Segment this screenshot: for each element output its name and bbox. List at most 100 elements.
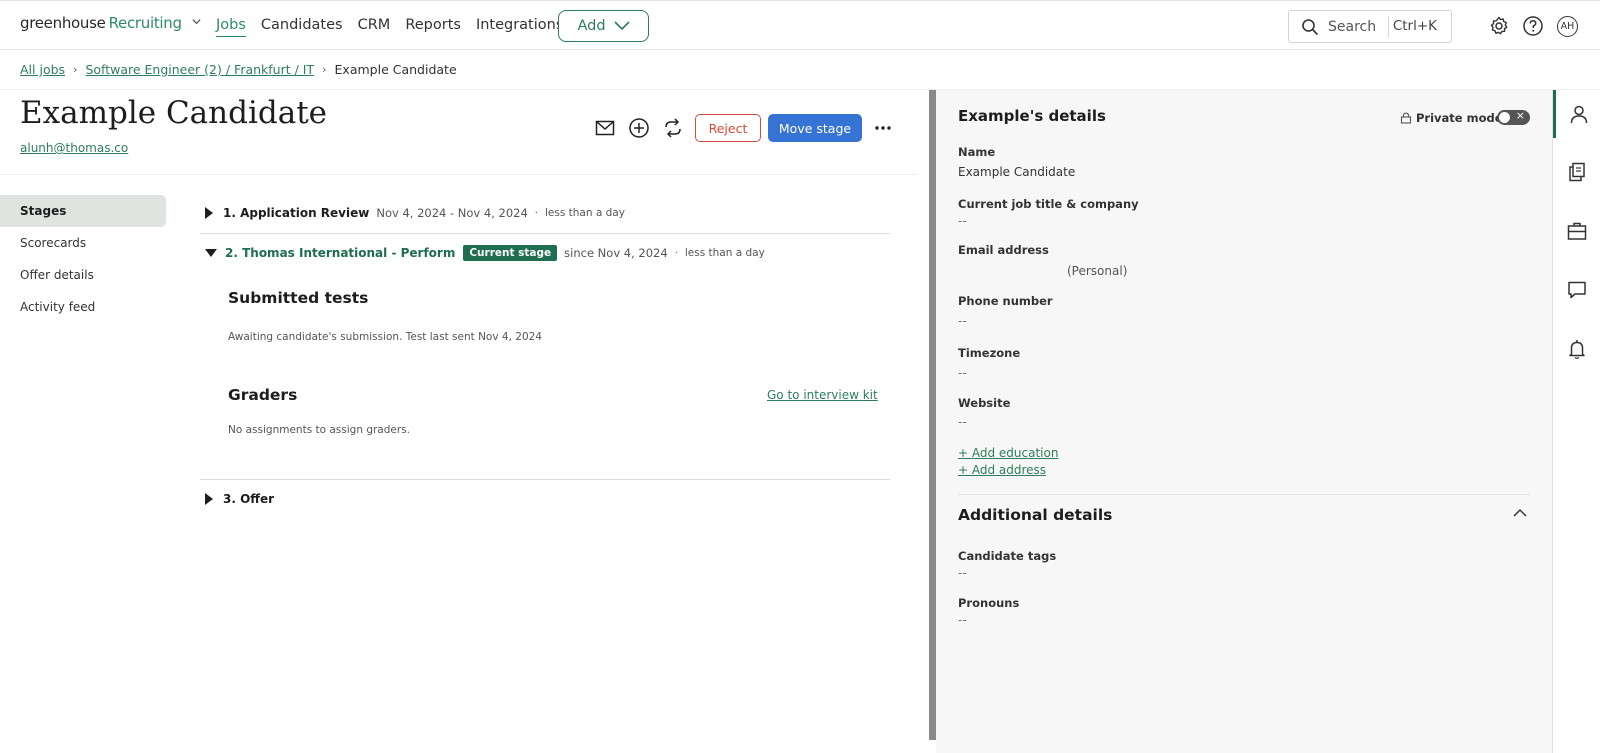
caret-right-icon xyxy=(205,493,213,505)
private-mode-toggle[interactable]: × xyxy=(1497,109,1530,125)
interview-kit-link[interactable]: Go to interview kit xyxy=(767,388,878,402)
email-button[interactable] xyxy=(592,115,618,141)
help-icon[interactable] xyxy=(1522,15,1544,37)
close-icon: × xyxy=(1515,109,1525,122)
more-horizontal-icon xyxy=(875,126,891,130)
candidate-tags-label: Candidate tags xyxy=(958,549,1057,563)
rail-item-comments[interactable] xyxy=(1553,266,1600,314)
rail-item-notifications[interactable] xyxy=(1553,325,1600,373)
stage-title: 3. Offer xyxy=(223,492,275,506)
panel-resize-handle[interactable] xyxy=(929,90,936,740)
chevron-up-icon[interactable] xyxy=(1513,508,1527,518)
divider xyxy=(0,174,918,175)
logo-product-text: Recruiting xyxy=(108,14,182,32)
submitted-tests-text: Awaiting candidate's submission. Test la… xyxy=(228,331,542,343)
documents-icon xyxy=(1569,162,1585,182)
candidate-email-link[interactable]: alunh@thomas.co xyxy=(20,141,128,155)
reject-button[interactable]: Reject xyxy=(695,114,761,142)
rail-item-profile[interactable] xyxy=(1553,90,1600,138)
chat-icon xyxy=(1568,281,1586,299)
divider xyxy=(200,479,890,480)
nav-candidates[interactable]: Candidates xyxy=(261,17,343,37)
search-shortcut: Ctrl+K xyxy=(1387,16,1441,37)
right-rail xyxy=(1552,90,1600,753)
website-value: -- xyxy=(958,415,967,429)
nav-reports[interactable]: Reports xyxy=(405,17,461,37)
stage-row-thomas-international[interactable]: 2. Thomas International - Perform Curren… xyxy=(205,245,765,261)
search-input[interactable]: Search Ctrl+K xyxy=(1288,10,1452,43)
avatar[interactable]: AH xyxy=(1557,16,1578,37)
breadcrumb-all-jobs[interactable]: All jobs xyxy=(20,62,65,77)
add-button[interactable]: Add xyxy=(558,10,649,42)
person-icon xyxy=(1570,105,1587,124)
chevron-right-icon: › xyxy=(73,63,78,76)
add-button-label: Add xyxy=(577,18,606,34)
current-stage-badge: Current stage xyxy=(463,245,558,261)
more-options-button[interactable] xyxy=(870,115,896,141)
stage-duration: less than a day xyxy=(684,247,765,259)
search-icon xyxy=(1302,18,1319,35)
rail-item-documents[interactable] xyxy=(1553,148,1600,196)
job-title-label: Current job title & company xyxy=(958,197,1139,211)
phone-value: -- xyxy=(958,314,967,328)
add-action-button[interactable] xyxy=(626,115,652,141)
phone-label: Phone number xyxy=(958,294,1053,308)
side-item-offer-details[interactable]: Offer details xyxy=(0,259,166,291)
graders-text: No assignments to assign graders. xyxy=(228,424,410,436)
plus-circle-icon xyxy=(629,118,649,138)
search-placeholder: Search xyxy=(1328,18,1377,35)
submitted-tests-title: Submitted tests xyxy=(228,289,369,307)
additional-details-title: Additional details xyxy=(958,506,1113,524)
side-item-stages[interactable]: Stages xyxy=(0,195,166,227)
timezone-value: -- xyxy=(958,366,967,380)
top-navigation: greenhouse Recruiting Jobs Candidates CRM… xyxy=(0,0,1600,50)
divider xyxy=(958,494,1530,495)
private-mode-text: Private mode xyxy=(1416,111,1503,125)
gear-icon[interactable] xyxy=(1488,15,1510,37)
nav-integrations[interactable]: Integrations xyxy=(476,17,563,37)
transfer-button[interactable] xyxy=(660,115,686,141)
side-item-scorecards[interactable]: Scorecards xyxy=(0,227,166,259)
chevron-right-icon: › xyxy=(322,63,327,76)
stage-dates: since Nov 4, 2024 xyxy=(564,246,668,260)
toggle-knob xyxy=(1499,112,1510,123)
main-nav: Jobs Candidates CRM Reports Integrations xyxy=(216,17,578,37)
add-education-link[interactable]: + Add education xyxy=(958,446,1058,460)
caret-right-icon xyxy=(205,207,213,219)
logo-main-text: greenhouse xyxy=(20,14,106,32)
caret-down-icon xyxy=(205,249,217,257)
candidate-tags-value: -- xyxy=(958,566,967,580)
lock-icon xyxy=(1400,112,1412,124)
nav-jobs[interactable]: Jobs xyxy=(216,17,246,37)
stage-title: 1. Application Review xyxy=(223,206,370,220)
nav-crm[interactable]: CRM xyxy=(358,17,391,37)
job-title-value: -- xyxy=(958,214,967,228)
divider xyxy=(200,233,890,234)
breadcrumb-current: Example Candidate xyxy=(334,62,457,77)
refresh-icon xyxy=(665,118,681,138)
separator-dot: · xyxy=(674,247,678,259)
stage-row-application-review[interactable]: 1. Application Review Nov 4, 2024 - Nov … xyxy=(205,206,625,220)
stage-dates: Nov 4, 2024 - Nov 4, 2024 xyxy=(376,206,528,220)
envelope-icon xyxy=(595,120,615,136)
greenhouse-logo[interactable]: greenhouse Recruiting xyxy=(20,14,201,32)
email-address-label: Email address xyxy=(958,243,1049,257)
breadcrumb: All jobs › Software Engineer (2) / Frank… xyxy=(20,62,457,77)
chevron-down-icon xyxy=(613,21,630,31)
timezone-label: Timezone xyxy=(958,346,1021,360)
briefcase-icon xyxy=(1567,222,1587,240)
name-value: Example Candidate xyxy=(958,165,1076,179)
rail-item-jobs[interactable] xyxy=(1553,207,1600,255)
add-address-link[interactable]: + Add address xyxy=(958,463,1046,477)
move-stage-button[interactable]: Move stage xyxy=(768,114,862,142)
stage-row-offer[interactable]: 3. Offer xyxy=(205,492,274,506)
bell-icon xyxy=(1569,340,1585,359)
private-mode-label: Private mode xyxy=(1400,111,1503,125)
stage-duration: less than a day xyxy=(544,207,625,219)
graders-title: Graders xyxy=(228,386,298,404)
pronouns-label: Pronouns xyxy=(958,596,1020,610)
side-item-activity-feed[interactable]: Activity feed xyxy=(0,291,166,323)
breadcrumb-job[interactable]: Software Engineer (2) / Frankfurt / IT xyxy=(85,62,314,77)
pronouns-value: -- xyxy=(958,613,967,627)
separator-dot: · xyxy=(534,207,538,219)
